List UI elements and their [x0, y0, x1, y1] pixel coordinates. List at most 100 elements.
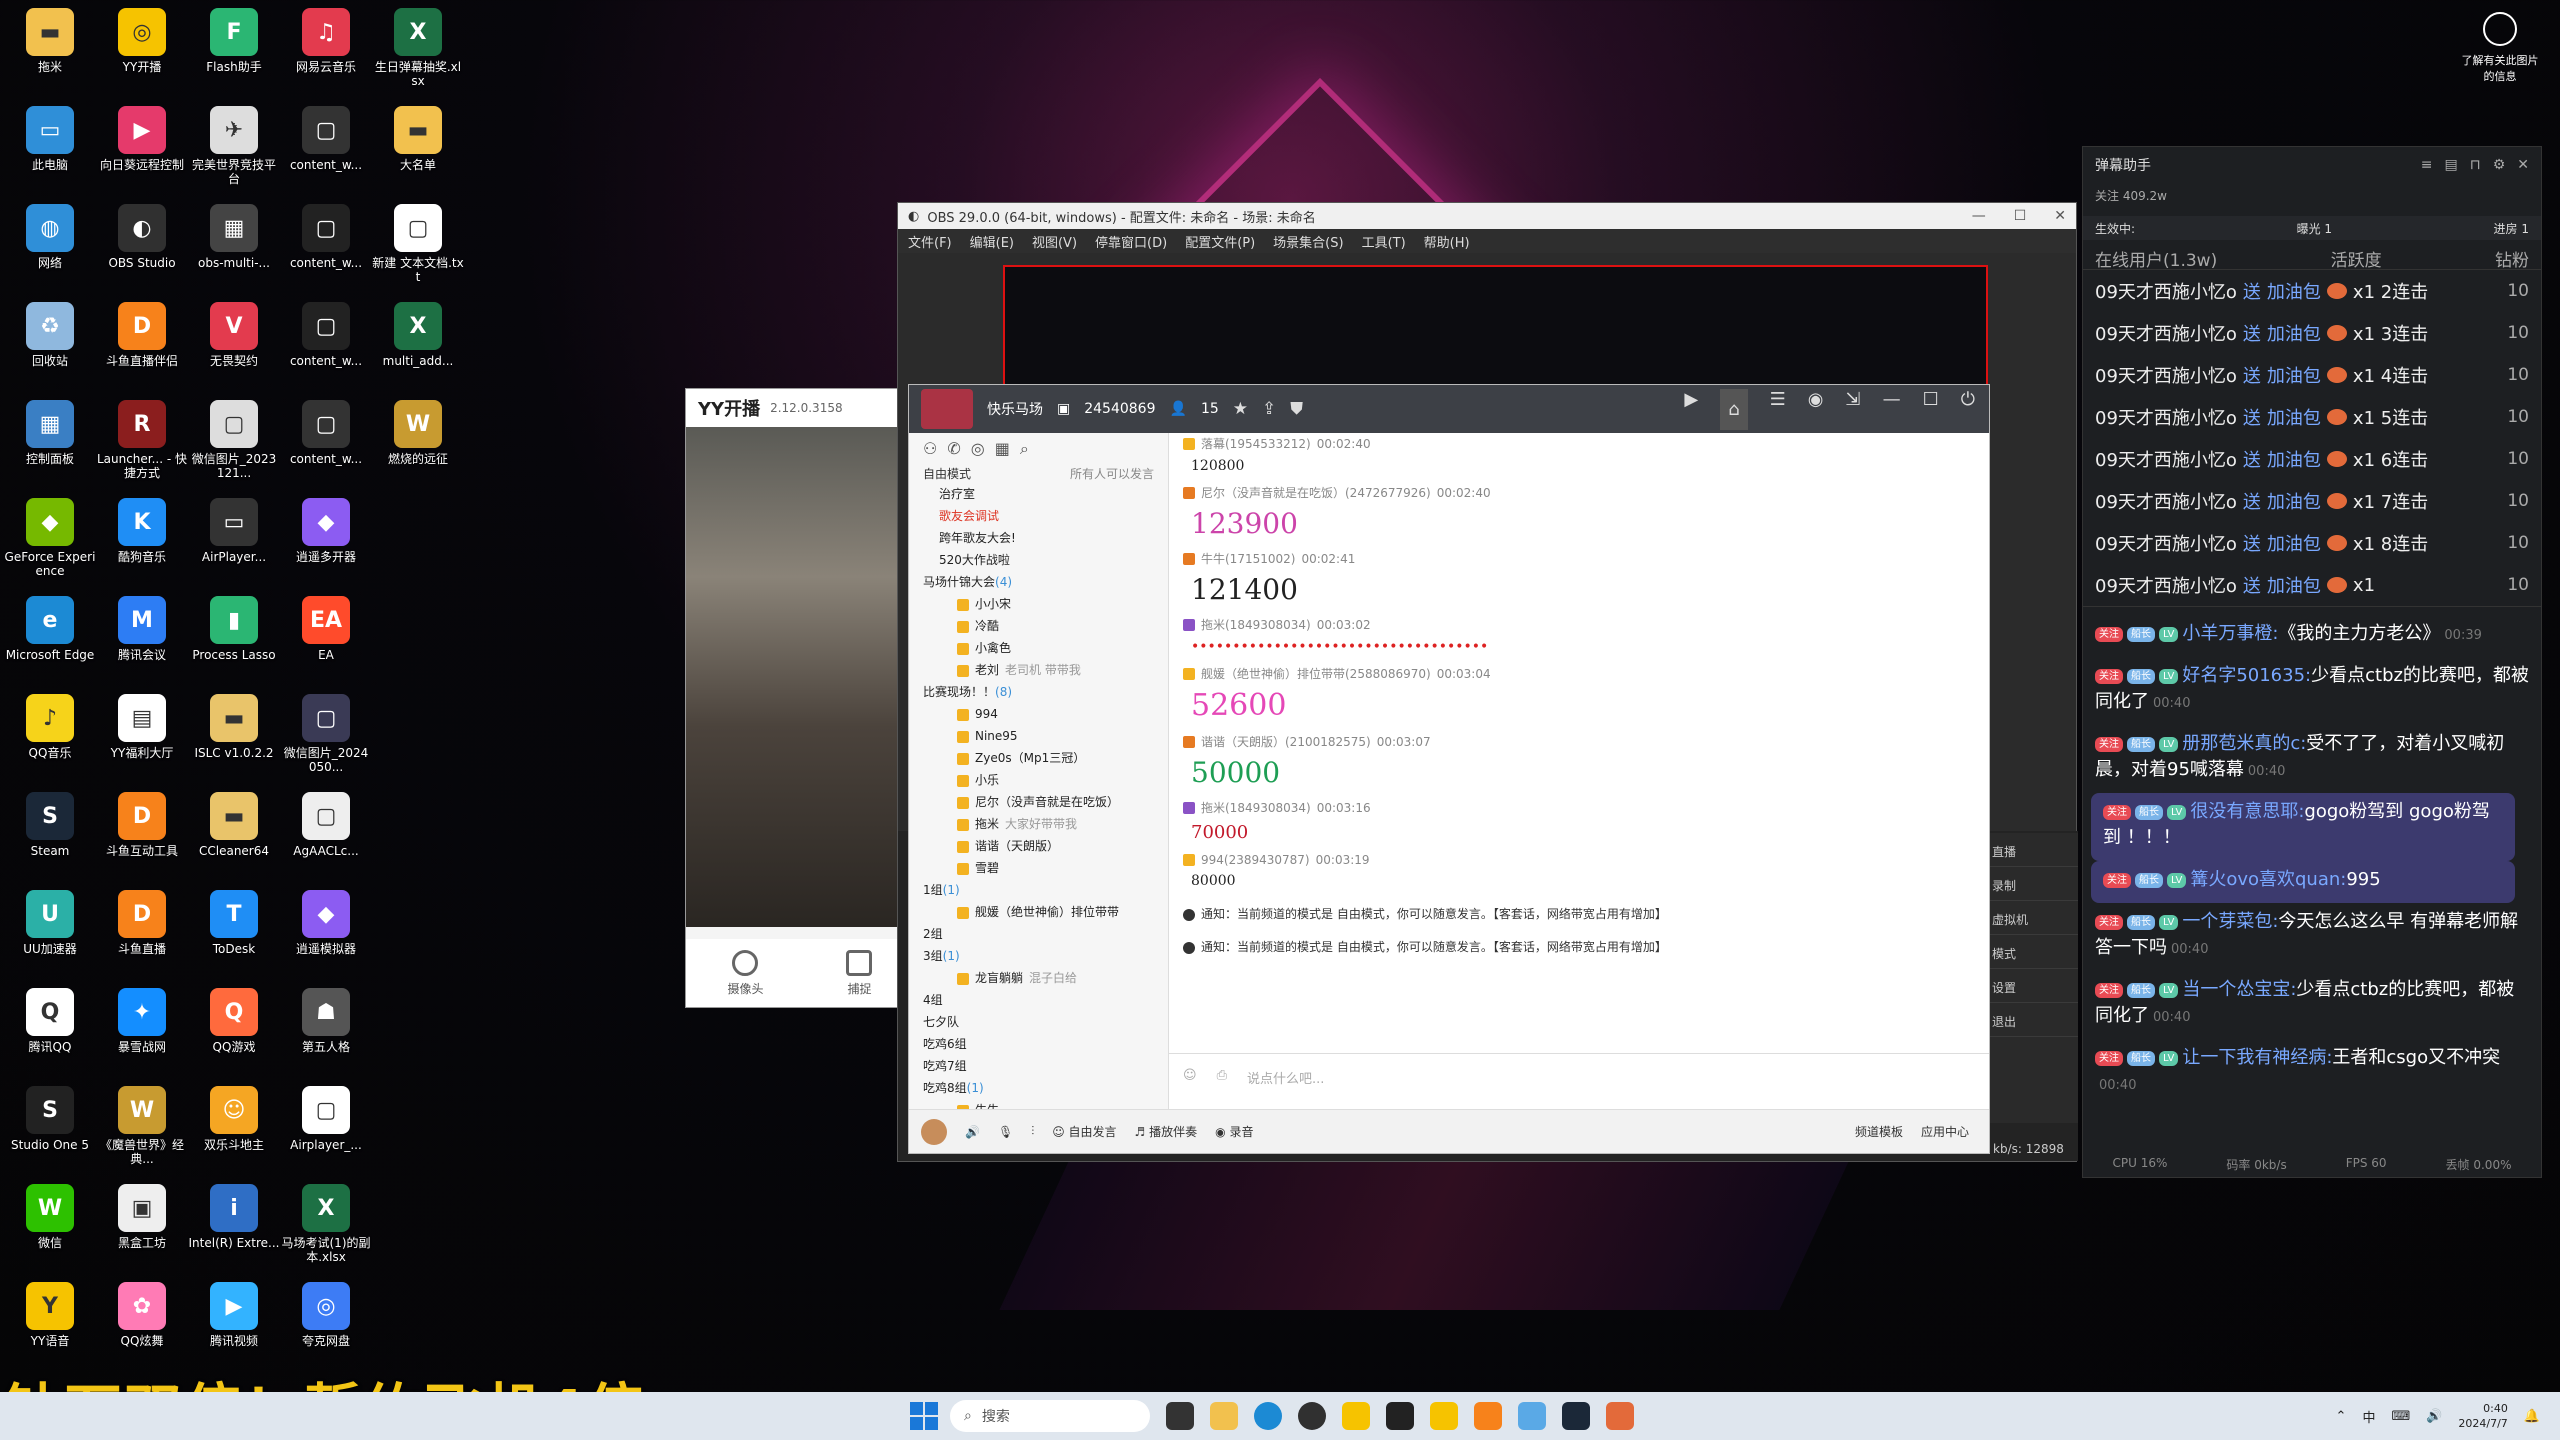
desktop-icon[interactable]: ☺ 双乐斗地主 [188, 1082, 280, 1180]
desktop-icon[interactable]: V 无畏契约 [188, 298, 280, 396]
obs-control-button[interactable]: 退出 [1988, 1003, 2078, 1037]
desktop-icon[interactable]: D 斗鱼直播 [96, 886, 188, 984]
filter-icon[interactable]: ≡ [2421, 157, 2433, 173]
record-button[interactable]: ◉ 录音 [1215, 1123, 1253, 1140]
calendar-icon[interactable]: ▦ [995, 439, 1010, 458]
desktop-icon[interactable]: D 斗鱼直播伴侣 [96, 298, 188, 396]
desktop-icon[interactable]: ▬ ISLC v1.0.2.2 [188, 690, 280, 788]
desktop-icon[interactable]: e Microsoft Edge [4, 592, 96, 690]
channel-member[interactable]: 谐谐（天朗版） [909, 835, 1168, 857]
power-icon[interactable]: ⏻ [1961, 389, 1975, 430]
channel-item[interactable]: 治疗室 [909, 483, 1168, 505]
obs-control-button[interactable]: 虚拟机 [1988, 901, 2078, 935]
channel-item[interactable]: 七夕队 [909, 1011, 1168, 1033]
emoji-icon[interactable]: ☺ [1183, 1068, 1197, 1095]
speaker-icon[interactable]: 🔊 [965, 1125, 980, 1139]
clock[interactable]: 0:40 2024/7/7 [2458, 1401, 2507, 1431]
desktop-icon[interactable]: ▶ 向日葵远程控制 [96, 102, 188, 200]
obs-menu-item[interactable]: 停靠窗口(D) [1095, 232, 1167, 251]
message-input[interactable]: ☺ ⎙ 说点什么吧... [1169, 1053, 1989, 1109]
gamepad-icon[interactable]: ◉ [1808, 389, 1824, 430]
channel-template-button[interactable]: 频道模板 [1855, 1123, 1903, 1140]
channel-member[interactable]: 994 [909, 703, 1168, 725]
desktop-icon[interactable]: EA EA [280, 592, 372, 690]
danmaku-user[interactable]: 一个芽菜包: [2182, 911, 2278, 932]
diamond-fans[interactable]: 钻粉 [2495, 246, 2529, 271]
desktop-icon[interactable]: ▢ content_w... [280, 298, 372, 396]
channel-member[interactable]: 老刘 老司机 带带我 [909, 659, 1168, 681]
helper-icon[interactable] [1606, 1402, 1634, 1430]
desktop-icon[interactable]: ◆ 逍遥模拟器 [280, 886, 372, 984]
yy-icon[interactable] [1342, 1402, 1370, 1430]
desktop-icon[interactable]: Q QQ游戏 [188, 984, 280, 1082]
volume-icon[interactable]: 🔊 [2426, 1409, 2442, 1424]
chat-icon[interactable]: ✆ [947, 439, 960, 458]
channel-member[interactable]: Zye0s（Mp1三冠） [909, 747, 1168, 769]
notes-icon[interactable]: ▤ [2445, 157, 2458, 173]
channel-item[interactable]: 吃鸡7组 [909, 1055, 1168, 1077]
desktop-icon[interactable]: ▭ 此电脑 [4, 102, 96, 200]
capture-button[interactable]: 捕捉 [846, 949, 873, 997]
tab-exposure[interactable]: 曝光 1 [2297, 220, 2332, 237]
desktop-icon[interactable]: i Intel(R) Extre... [188, 1180, 280, 1278]
video-icon[interactable]: ▶ [1684, 389, 1698, 430]
message-sender[interactable]: 994(2389430787) [1201, 853, 1310, 867]
minimize-button[interactable]: — [1972, 208, 1986, 224]
obs-titlebar[interactable]: ◐ OBS 29.0.0 (64-bit, windows) - 配置文件: 未… [898, 203, 2076, 229]
ime-indicator[interactable]: 中 [2362, 1407, 2375, 1426]
desktop-icon[interactable]: U UU加速器 [4, 886, 96, 984]
desktop-icon[interactable]: S Studio One 5 [4, 1082, 96, 1180]
task-view-icon[interactable] [1166, 1402, 1194, 1430]
channel-item[interactable]: 吃鸡6组 [909, 1033, 1168, 1055]
explorer-icon[interactable] [1210, 1402, 1238, 1430]
mixer-icon[interactable]: ⫶ [1031, 1124, 1034, 1139]
message-sender[interactable]: 牛牛(17151002) [1201, 550, 1295, 567]
channel-item[interactable]: 歌友会调试 [909, 505, 1168, 527]
desktop-icon[interactable]: ▬ CCleaner64 [188, 788, 280, 886]
desktop-icon[interactable]: ◎ 夸克网盘 [280, 1278, 372, 1376]
desktop-icon[interactable]: S Steam [4, 788, 96, 886]
desktop-icon[interactable]: ♪ QQ音乐 [4, 690, 96, 788]
collapse-icon[interactable]: ⇲ [1846, 389, 1861, 430]
channel-member[interactable]: 牛牛 [909, 1099, 1168, 1109]
desktop-icon[interactable]: ▬ 拖米 [4, 4, 96, 102]
desktop-icon[interactable]: ▢ 微信图片_2023121... [188, 396, 280, 494]
desktop-icon[interactable]: ◎ YY开播 [96, 4, 188, 102]
channel-item[interactable]: 比赛现场！！(8) [909, 681, 1168, 703]
obs-icon[interactable] [1298, 1402, 1326, 1430]
channel-item[interactable]: 4组 [909, 989, 1168, 1011]
desktop-icon[interactable]: D 斗鱼互动工具 [96, 788, 188, 886]
edge-icon[interactable] [1254, 1402, 1282, 1430]
desktop-icon[interactable]: R Launcher... - 快捷方式 [96, 396, 188, 494]
yy-voice-icon[interactable] [1430, 1402, 1458, 1430]
list-icon[interactable]: ☰ [1770, 389, 1786, 430]
lock-icon[interactable]: ⊓ [2470, 157, 2481, 173]
network-icon[interactable]: ⌨ [2391, 1409, 2410, 1424]
activity[interactable]: 活跃度 [2331, 246, 2382, 271]
channel-member[interactable]: Nine95 [909, 725, 1168, 747]
obs-menu-item[interactable]: 场景集合(S) [1273, 232, 1343, 251]
desktop-icon[interactable]: ♫ 网易云音乐 [280, 4, 372, 102]
desktop-icon[interactable]: T ToDesk [188, 886, 280, 984]
close-button[interactable]: ✕ [2054, 208, 2066, 224]
obs-control-button[interactable]: 直播 [1988, 833, 2078, 867]
image-icon[interactable]: ⎙ [1217, 1068, 1227, 1095]
desktop-icon[interactable]: ◍ 网络 [4, 200, 96, 298]
channel-item[interactable]: 吃鸡8组(1) [909, 1077, 1168, 1099]
obs-control-button[interactable]: 录制 [1988, 867, 2078, 901]
desktop-icon[interactable]: ▬ 大名单 [372, 102, 464, 200]
obs-menu-item[interactable]: 文件(F) [908, 232, 952, 251]
desktop-icon[interactable]: ▢ content_w... [280, 102, 372, 200]
channel-member[interactable]: 尼尔（没声音就是在吃饭） [909, 791, 1168, 813]
message-sender[interactable]: 舰媛（绝世神偷）排位带带(2588086970) [1201, 665, 1431, 682]
desktop-icon[interactable]: W 燃烧的远征 [372, 396, 464, 494]
channel-item[interactable]: 3组(1) [909, 945, 1168, 967]
terminal-icon[interactable] [1386, 1402, 1414, 1430]
message-sender[interactable]: 拖米(1849308034) [1201, 799, 1311, 816]
channel-member[interactable]: 冷酷 [909, 615, 1168, 637]
douyu-icon[interactable] [1474, 1402, 1502, 1430]
tab-enter[interactable]: 进房 1 [2494, 220, 2529, 237]
app-center-button[interactable]: 应用中心 [1921, 1123, 1969, 1140]
desktop-icon[interactable]: X 马场考试(1)的副本.xlsx [280, 1180, 372, 1278]
desktop-icon[interactable]: ▶ 腾讯视频 [188, 1278, 280, 1376]
